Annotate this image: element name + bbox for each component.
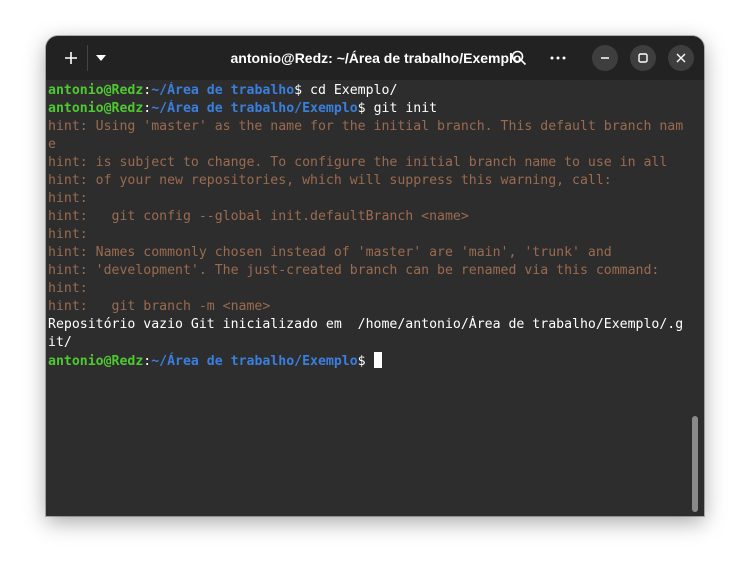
maximize-button[interactable] [630, 45, 656, 71]
minimize-icon [601, 57, 609, 59]
close-icon [676, 53, 686, 63]
text-cursor [373, 352, 382, 368]
command-text: git init [365, 101, 438, 116]
minimize-button[interactable] [592, 45, 618, 71]
command-text [366, 354, 374, 369]
prompt-dollar: $ [357, 101, 366, 116]
prompt-dollar: $ [294, 83, 303, 98]
terminal-area[interactable]: antonio@Redz:~/Área de trabalho$ cd Exem… [46, 80, 704, 516]
title-bar[interactable]: antonio@Redz: ~/Área de trabalho/Exemplo [46, 36, 704, 80]
hint-line: hint: is subject to change. To configure… [48, 155, 668, 170]
hint-line: hint: of your new repositories, which wi… [48, 173, 612, 188]
search-button[interactable] [504, 43, 534, 73]
hint-line: hint: [48, 191, 88, 206]
prompt-path: ~/Área de trabalho/Exemplo [151, 101, 358, 116]
close-button[interactable] [668, 45, 694, 71]
chevron-down-icon [96, 55, 106, 61]
maximize-icon [638, 53, 648, 63]
command-text: cd Exemplo/ [302, 83, 398, 98]
terminal-window: antonio@Redz: ~/Área de trabalho/Exemplo [46, 36, 704, 516]
menu-dropdown-button[interactable] [88, 43, 114, 73]
hint-line: hint: [48, 281, 88, 296]
search-icon [511, 50, 527, 66]
output-line: it/ [48, 335, 72, 350]
plus-icon [65, 52, 77, 64]
hint-line: hint: 'development'. The just-created br… [48, 263, 660, 278]
more-options-button[interactable] [543, 43, 573, 73]
prompt-line: antonio@Redz:~/Área de trabalho$ cd Exem… [48, 82, 690, 100]
prompt-line: antonio@Redz:~/Área de trabalho/Exemplo$… [48, 100, 690, 118]
scrollbar-thumb[interactable] [692, 416, 698, 512]
prompt-path: ~/Área de trabalho/Exemplo [151, 354, 358, 369]
hint-line: hint: Using 'master' as the name for the… [48, 119, 684, 134]
prompt-user: antonio@Redz [48, 354, 144, 369]
prompt-line: antonio@Redz:~/Área de trabalho/Exemplo$ [48, 352, 690, 370]
prompt-dollar: $ [357, 354, 366, 369]
prompt-user: antonio@Redz [48, 101, 144, 116]
terminal-output: antonio@Redz:~/Área de trabalho$ cd Exem… [48, 82, 690, 370]
hint-line: hint: git config --global init.defaultBr… [48, 209, 469, 224]
new-tab-button[interactable] [56, 43, 86, 73]
prompt-path: ~/Área de trabalho [151, 83, 295, 98]
hint-line: hint: [48, 227, 88, 242]
hint-line: hint: git branch -m <name> [48, 299, 271, 314]
hint-line: hint: Names commonly chosen instead of '… [48, 245, 612, 260]
output-line: Repositório vazio Git inicializado em /h… [48, 317, 684, 332]
more-icon [550, 56, 566, 60]
prompt-user: antonio@Redz [48, 83, 144, 98]
hint-line: e [48, 137, 56, 152]
